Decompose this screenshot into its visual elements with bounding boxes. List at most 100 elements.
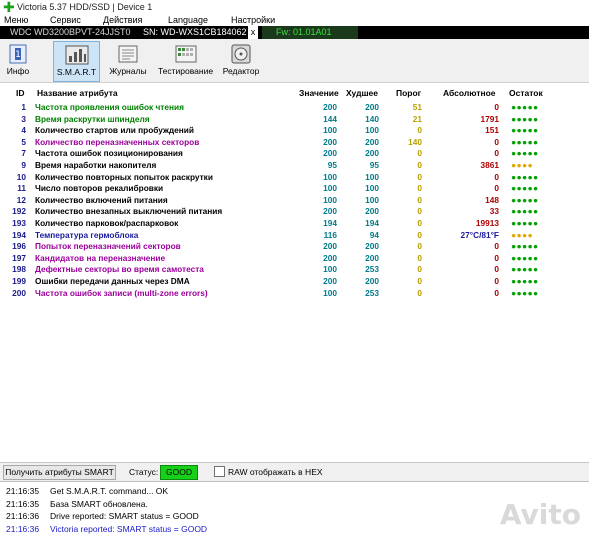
- table-row[interactable]: 4 Количество стартов или пробуждений 100 10…: [0, 125, 589, 136]
- attr-id: 9: [21, 160, 26, 170]
- attr-id: 3: [21, 113, 26, 124]
- attr-worst: 100: [365, 171, 379, 182]
- log-message: Drive reported: SMART status = GOOD: [50, 511, 199, 522]
- table-row[interactable]: 7 Частота ошибок позиционирования 200 200 0 0…: [0, 148, 589, 159]
- attr-threshold: 0: [417, 160, 422, 170]
- column-header-raw[interactable]: Абсолютное: [443, 88, 496, 98]
- attr-worst: 100: [365, 125, 379, 136]
- get-smart-button[interactable]: Получить атрибуты SMART: [3, 465, 116, 480]
- tool-smart-label: S.M.A.R.T: [56, 67, 97, 77]
- table-row[interactable]: 3 Время раскрутки шпинделя 144 140 21 1791 ●●●…: [0, 114, 589, 125]
- log-message: База SMART обновлена.: [50, 498, 148, 509]
- table-row[interactable]: 10 Количество повторных попыток раскрутки…: [0, 172, 589, 183]
- attr-threshold: 0: [417, 183, 422, 194]
- menu-item-actions[interactable]: Действия: [103, 15, 142, 25]
- log-time: 21:16:35: [6, 486, 40, 496]
- table-row[interactable]: 5 Количество переназначенных секторов 200 2…: [0, 137, 589, 148]
- attr-remaining: ●●●●●: [511, 218, 539, 228]
- table-row[interactable]: 194 Температура гермоблока 116 94 0 27°C/81°F…: [0, 230, 589, 241]
- attr-name: Частота ошибок позиционирования: [35, 148, 183, 159]
- smart-icon: [65, 45, 88, 65]
- table-row[interactable]: 192 Количество внезапных выключений питан…: [0, 206, 589, 217]
- attr-id: 193: [12, 218, 26, 228]
- menu-item-menu[interactable]: Меню: [4, 15, 28, 25]
- attr-threshold: 0: [417, 287, 422, 298]
- attr-raw: 19913: [475, 218, 499, 228]
- watermark: Avito: [499, 498, 581, 531]
- attr-raw: 0: [494, 102, 499, 112]
- attr-threshold: 0: [417, 125, 422, 136]
- attr-id: 1: [21, 102, 26, 112]
- attr-worst: 200: [365, 148, 379, 159]
- status-label: Статус:: [129, 467, 159, 477]
- table-row[interactable]: 12 Количество включений питания 100 100 0 148…: [0, 195, 589, 206]
- attr-remaining: ●●●●●: [511, 264, 539, 275]
- attr-id: 11: [17, 183, 26, 194]
- attr-name: Температура гермоблока: [35, 229, 139, 240]
- attr-name: Количество парковок/распарковок: [35, 218, 179, 228]
- raw-hex-label[interactable]: RAW отображать в HEX: [228, 467, 323, 477]
- attr-threshold: 0: [417, 194, 422, 205]
- attr-remaining: ●●●●●: [511, 252, 539, 263]
- tool-editor-button[interactable]: Редактор: [220, 41, 262, 80]
- table-row[interactable]: 197 Кандидатов на переназначение 200 200 0 0 ●…: [0, 253, 589, 264]
- status-row: Получить атрибуты SMART Статус: GOOD RAW…: [0, 462, 589, 481]
- log-time: 21:16:36: [6, 511, 40, 522]
- menu-item-service[interactable]: Сервис: [50, 15, 81, 25]
- tool-info-button[interactable]: 1 Инфо: [3, 41, 33, 80]
- table-row[interactable]: 9 Время наработки накопителя 95 95 0 3861 ●●●●: [0, 160, 589, 171]
- tool-smart-button[interactable]: S.M.A.R.T: [53, 41, 100, 82]
- table-row[interactable]: 198 Дефектные секторы во время самотеста 1…: [0, 264, 589, 275]
- column-header-name[interactable]: Название атрибута: [37, 88, 118, 98]
- drive-firmware: Fw: 01.01A01: [276, 27, 332, 37]
- attr-remaining: ●●●●●: [511, 171, 539, 182]
- attr-id: 10: [16, 171, 26, 182]
- attr-value: 100: [323, 183, 337, 194]
- table-row[interactable]: 193 Количество парковок/распарковок 194 194…: [0, 218, 589, 229]
- attr-value: 200: [323, 136, 337, 147]
- attr-remaining: ●●●●●: [511, 241, 539, 252]
- column-header-worst[interactable]: Худшее: [346, 88, 378, 98]
- attr-remaining: ●●●●●: [511, 136, 539, 147]
- column-header-value[interactable]: Значение: [299, 88, 339, 98]
- tool-editor-label: Редактор: [222, 66, 260, 76]
- attr-remaining: ●●●●●: [511, 194, 539, 205]
- attr-worst: 200: [365, 102, 379, 112]
- drive-serial: SN: WD-WXS1CB184062: [143, 27, 247, 37]
- drive-model[interactable]: WDC WD3200BPVT-24JJST0: [10, 27, 131, 37]
- attr-raw: 0: [494, 287, 499, 298]
- table-row[interactable]: 200 Частота ошибок записи (multi-zone err…: [0, 288, 589, 299]
- attr-id: 198: [12, 264, 26, 275]
- attr-worst: 253: [365, 287, 379, 298]
- attr-worst: 194: [365, 218, 379, 228]
- tool-testing-button[interactable]: Тестирование: [157, 41, 214, 80]
- column-header-id[interactable]: ID: [16, 88, 25, 98]
- attr-threshold: 0: [417, 276, 422, 286]
- log-line: 21:16:35 База SMART обновлена.: [6, 499, 148, 509]
- table-row[interactable]: 199 Ошибки передачи данных через DMA 200 20…: [0, 276, 589, 287]
- table-row[interactable]: 196 Попыток переназначений секторов 200 200…: [0, 241, 589, 252]
- drive-close-button[interactable]: x: [248, 26, 258, 39]
- log-panel: 21:16:35 Get S.M.A.R.T. command... OK 21:1…: [0, 481, 589, 541]
- table-row[interactable]: 1 Частота проявления ошибок чтения 200 200 5…: [0, 102, 589, 113]
- menu-item-language[interactable]: Language: [168, 15, 208, 25]
- column-header-remaining[interactable]: Остаток: [509, 88, 543, 98]
- attr-threshold: 21: [412, 113, 422, 124]
- tool-logs-button[interactable]: Журналы: [107, 41, 149, 80]
- attr-threshold: 0: [417, 241, 422, 252]
- menu-item-settings[interactable]: Настройки: [231, 15, 275, 25]
- attr-id: 200: [12, 287, 26, 298]
- log-line: 21:16:35 Get S.M.A.R.T. command... OK: [6, 486, 168, 496]
- column-header-threshold[interactable]: Порог: [396, 88, 421, 98]
- attr-threshold: 0: [417, 264, 422, 275]
- attr-name: Частота ошибок записи (multi-zone errors…: [35, 287, 208, 298]
- raw-hex-checkbox[interactable]: [214, 466, 225, 477]
- attr-threshold: 0: [417, 206, 422, 217]
- attr-name: Количество стартов или пробуждений: [35, 125, 194, 136]
- attr-value: 194: [323, 218, 337, 228]
- table-row[interactable]: 11 Число повторов рекалибровки 100 100 0 0 ●●●…: [0, 183, 589, 194]
- log-line: 21:16:36 Drive reported: SMART status = G…: [6, 511, 199, 521]
- attr-threshold: 0: [417, 229, 422, 240]
- attr-raw: 148: [485, 194, 499, 205]
- attr-name: Дефектные секторы во время самотеста: [35, 264, 204, 275]
